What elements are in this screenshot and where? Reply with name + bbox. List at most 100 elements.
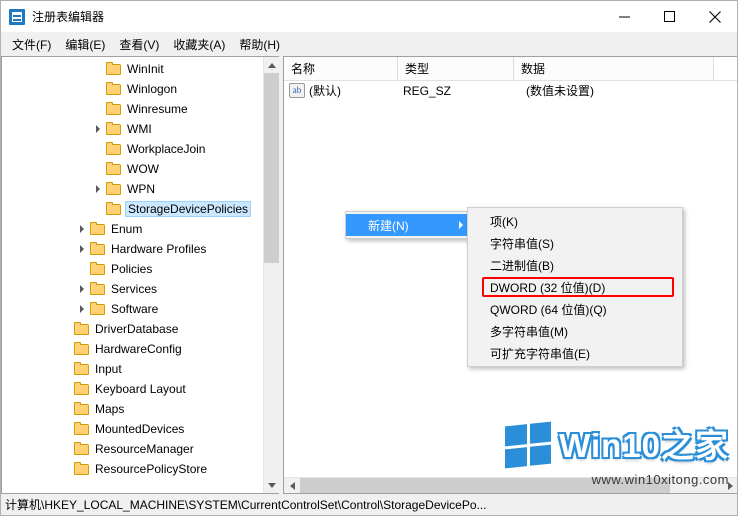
expand-arrow-icon[interactable] xyxy=(74,279,90,299)
tree-vertical-scrollbar[interactable] xyxy=(263,57,279,493)
watermark: Win10之家 www.win10xitong.com xyxy=(505,421,729,487)
watermark-title: Win10之家 xyxy=(559,426,729,464)
expand-arrow-icon[interactable] xyxy=(90,119,106,139)
tree-item[interactable]: WPN xyxy=(2,179,264,199)
scroll-down-icon[interactable] xyxy=(264,477,279,493)
expander-placeholder xyxy=(58,319,74,339)
minimize-icon[interactable] xyxy=(602,1,647,32)
context-menu-primary[interactable]: 新建(N) xyxy=(345,211,472,239)
context-menu-item-label: DWORD (32 位值)(D) xyxy=(490,280,606,295)
folder-icon xyxy=(106,102,122,116)
tree-item-label: Services xyxy=(111,282,158,296)
expander-placeholder xyxy=(90,199,106,219)
expander-placeholder xyxy=(90,59,106,79)
tree-item-label: Input xyxy=(95,362,122,376)
tree-item[interactable]: Maps xyxy=(2,399,264,419)
expand-arrow-icon[interactable] xyxy=(74,239,90,259)
window-title: 注册表编辑器 xyxy=(32,10,105,24)
context-menu-item[interactable]: DWORD (32 位值)(D) xyxy=(468,276,682,298)
context-menu-item[interactable]: 字符串值(S) xyxy=(468,232,682,254)
context-menu-item-label: 可扩充字符串值(E) xyxy=(490,346,590,361)
folder-icon xyxy=(106,162,122,176)
tree-item[interactable]: HardwareConfig xyxy=(2,339,264,359)
tree-item[interactable]: Enum xyxy=(2,219,264,239)
context-menu-item-label: 项(K) xyxy=(490,214,518,229)
context-menu-item[interactable]: 二进制值(B) xyxy=(468,254,682,276)
folder-icon xyxy=(74,342,90,356)
expander-placeholder xyxy=(58,339,74,359)
watermark-subtitle: www.win10xitong.com xyxy=(591,472,729,487)
expand-arrow-icon[interactable] xyxy=(74,299,90,319)
column-header-label: 数据 xyxy=(521,62,546,76)
tree-item[interactable]: ResourceManager xyxy=(2,439,264,459)
context-menu-item[interactable]: 可扩充字符串值(E) xyxy=(468,342,682,364)
registry-icon xyxy=(9,8,25,25)
folder-icon xyxy=(74,422,90,436)
tree-item-label: Winresume xyxy=(127,102,188,116)
scroll-up-icon[interactable] xyxy=(264,57,279,73)
tree-scroll-thumb[interactable] xyxy=(264,73,279,263)
tree-item[interactable]: ResourcePolicyStore xyxy=(2,459,264,479)
window-controls xyxy=(602,1,737,32)
folder-icon xyxy=(90,242,106,256)
context-menu-item[interactable]: QWORD (64 位值)(Q) xyxy=(468,298,682,320)
menu-favorites[interactable]: 收藏夹(A) xyxy=(166,33,232,56)
registry-tree[interactable]: WinInit Winlogon Winresume WMI WorkplaceJoin… xyxy=(2,57,264,479)
tree-item[interactable]: Winlogon xyxy=(2,79,264,99)
scroll-left-icon[interactable] xyxy=(284,478,300,493)
folder-icon xyxy=(74,382,90,396)
value-name: (默认) xyxy=(309,84,341,98)
tree-item[interactable]: Hardware Profiles xyxy=(2,239,264,259)
close-icon[interactable] xyxy=(692,1,737,32)
column-header[interactable]: 名称 xyxy=(284,57,398,80)
tree-item[interactable]: Keyboard Layout xyxy=(2,379,264,399)
context-menu-item-label: 多字符串值(M) xyxy=(490,324,568,339)
tree-item[interactable]: Input xyxy=(2,359,264,379)
status-path: 计算机\HKEY_LOCAL_MACHINE\SYSTEM\CurrentCon… xyxy=(5,498,487,512)
tree-item[interactable]: WinInit xyxy=(2,59,264,79)
folder-icon xyxy=(106,182,122,196)
expander-placeholder xyxy=(74,259,90,279)
tree-item[interactable]: WOW xyxy=(2,159,264,179)
tree-item[interactable]: StorageDevicePolicies xyxy=(2,199,264,219)
tree-item-label: Hardware Profiles xyxy=(111,242,207,256)
expand-arrow-icon[interactable] xyxy=(74,219,90,239)
values-list-header: 名称 类型 数据 xyxy=(284,57,737,81)
tree-item-label: Policies xyxy=(111,262,153,276)
tree-item-label: ResourceManager xyxy=(95,442,194,456)
tree-item[interactable]: Services xyxy=(2,279,264,299)
context-menu-item[interactable]: 项(K) xyxy=(468,210,682,232)
tree-item-label: ResourcePolicyStore xyxy=(95,462,208,476)
expand-arrow-icon[interactable] xyxy=(90,179,106,199)
menu-view[interactable]: 查看(V) xyxy=(112,33,166,56)
expander-placeholder xyxy=(58,439,74,459)
tree-item-label: StorageDevicePolicies xyxy=(125,201,252,217)
tree-item-label: Winlogon xyxy=(127,82,178,96)
registry-editor-window: 注册表编辑器 文件(F) 编辑(E) 查看(V) 收藏夹(A) 帮助(H) Wi… xyxy=(0,0,738,516)
folder-icon xyxy=(106,82,122,96)
expander-placeholder xyxy=(58,419,74,439)
maximize-icon[interactable] xyxy=(647,1,692,32)
tree-item[interactable]: MountedDevices xyxy=(2,419,264,439)
menu-file[interactable]: 文件(F) xyxy=(5,33,58,56)
tree-item[interactable]: WorkplaceJoin xyxy=(2,139,264,159)
tree-item-label: WorkplaceJoin xyxy=(127,142,206,156)
context-menu-new-submenu[interactable]: 项(K) 字符串值(S) 二进制值(B) DWORD (32 位值)(D) QWORD … xyxy=(467,207,683,367)
folder-icon xyxy=(74,442,90,456)
context-menu-item[interactable]: 多字符串值(M) xyxy=(468,320,682,342)
folder-icon xyxy=(106,62,122,76)
folder-icon xyxy=(106,122,122,136)
tree-item-label: WOW xyxy=(127,162,159,176)
tree-item[interactable]: Software xyxy=(2,299,264,319)
title-bar: 注册表编辑器 xyxy=(1,1,737,32)
column-header[interactable]: 数据 xyxy=(514,57,714,80)
tree-item[interactable]: WMI xyxy=(2,119,264,139)
menu-help[interactable]: 帮助(H) xyxy=(232,33,287,56)
table-row[interactable]: ab (默认) REG_SZ (数值未设置) xyxy=(284,81,737,100)
column-header[interactable]: 类型 xyxy=(398,57,514,80)
tree-item[interactable]: Policies xyxy=(2,259,264,279)
tree-item[interactable]: DriverDatabase xyxy=(2,319,264,339)
context-menu-item-new[interactable]: 新建(N) xyxy=(346,214,471,236)
menu-edit[interactable]: 编辑(E) xyxy=(58,33,112,56)
tree-item[interactable]: Winresume xyxy=(2,99,264,119)
